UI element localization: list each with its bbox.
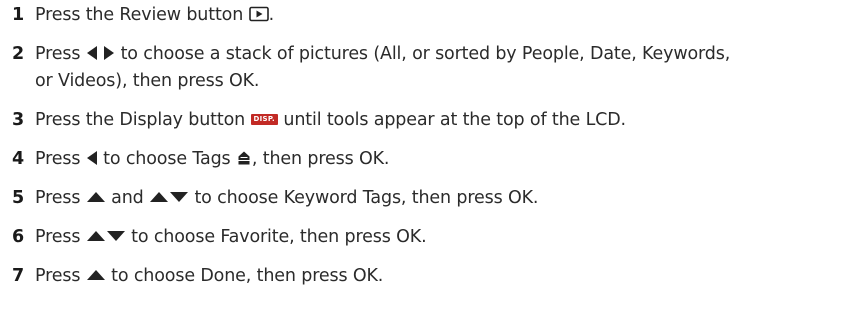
step-text: and — [105, 188, 150, 208]
step-4: 4 Press to choose Tags , then press OK. — [12, 146, 832, 173]
step-number: 3 — [12, 110, 25, 130]
tags-icon — [236, 150, 252, 166]
step-text: to choose Favorite, then press OK. — [125, 227, 427, 247]
up-arrow-icon — [86, 191, 106, 203]
step-number: 7 — [12, 266, 25, 286]
step-6: 6 Press to choose Favorite, then press O… — [12, 224, 832, 251]
step-text: to choose a stack of pictures (All, or s… — [115, 44, 731, 64]
step-number: 4 — [12, 149, 25, 169]
instruction-list: 1 Press the Review button . 2 Press to c… — [12, 2, 832, 302]
down-arrow-icon — [106, 230, 126, 242]
step-text: to choose Tags — [97, 149, 236, 169]
left-arrow-icon — [86, 45, 98, 61]
step-text: Press — [35, 266, 86, 286]
up-arrow-icon — [86, 269, 106, 281]
step-2: 2 Press to choose a stack of pictures (A… — [12, 41, 832, 95]
step-number: 6 — [12, 227, 25, 247]
display-button-icon: DISP. — [250, 113, 278, 125]
left-arrow-icon — [86, 150, 98, 166]
right-arrow-icon — [103, 45, 115, 61]
step-1: 1 Press the Review button . — [12, 2, 832, 29]
step-text: Press — [35, 188, 86, 208]
down-arrow-icon — [169, 191, 189, 203]
step-3: 3 Press the Display button DISP. until t… — [12, 107, 832, 134]
step-text: to choose Done, then press OK. — [105, 266, 384, 286]
step-text: Press — [35, 227, 86, 247]
up-arrow-icon — [149, 191, 169, 203]
step-text: Press the Display button — [35, 110, 251, 130]
step-text: until tools appear at the top of the LCD… — [277, 110, 626, 130]
step-text: . — [268, 5, 275, 25]
step-text: , then press OK. — [251, 149, 390, 169]
step-5: 5 Press and to choose Keyword Tags, then… — [12, 185, 832, 212]
step-text: or Videos), then press OK. — [35, 71, 260, 91]
step-text: Press — [35, 149, 86, 169]
step-7: 7 Press to choose Done, then press OK. — [12, 263, 832, 290]
step-text: to choose Keyword Tags, then press OK. — [189, 188, 539, 208]
step-text: Press the Review button — [35, 5, 249, 25]
step-number: 5 — [12, 188, 25, 208]
review-button-icon — [248, 6, 269, 22]
step-text: Press — [35, 44, 86, 64]
step-number: 1 — [12, 5, 25, 25]
up-arrow-icon — [86, 230, 106, 242]
step-number: 2 — [12, 44, 25, 64]
